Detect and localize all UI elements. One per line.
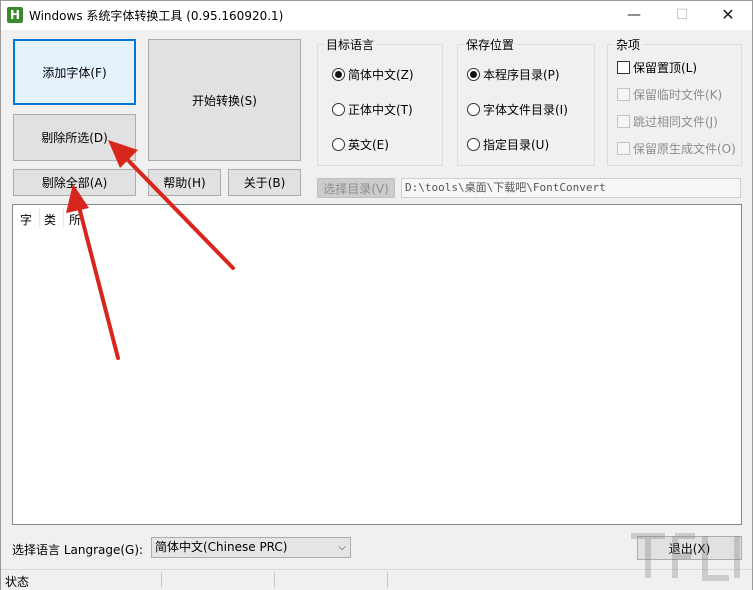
status-divider	[274, 572, 275, 588]
close-button[interactable]: ✕	[705, 1, 751, 30]
radio-icon	[467, 103, 480, 116]
misc-title: 杂项	[614, 36, 643, 53]
radio-simplified-chinese[interactable]: 简体中文(Z)	[332, 66, 414, 83]
status-text: 状态	[5, 575, 30, 589]
column-divider	[39, 209, 40, 227]
radio-traditional-chinese[interactable]: 正体中文(T)	[332, 101, 413, 118]
checkbox-icon	[617, 61, 630, 74]
column-header-type[interactable]: 类	[44, 211, 56, 228]
remove-all-button[interactable]: 剔除全部(A)	[13, 169, 136, 196]
radio-label: 指定目录(U)	[483, 138, 550, 152]
radio-label: 简体中文(Z)	[348, 68, 414, 82]
status-divider	[387, 572, 388, 588]
column-divider	[63, 209, 64, 227]
radio-icon	[332, 103, 345, 116]
title-bar: H Windows 系统字体转换工具 (0.95.160920.1) — ☐ ✕	[1, 1, 752, 30]
checkbox-label: 保留置顶(L)	[633, 61, 698, 75]
help-button[interactable]: 帮助(H)	[148, 169, 221, 196]
maximize-button[interactable]: ☐	[659, 1, 705, 30]
checkbox-icon	[617, 88, 630, 101]
radio-font-file-dir[interactable]: 字体文件目录(I)	[467, 101, 568, 118]
radio-icon	[467, 138, 480, 151]
radio-selected-icon	[332, 68, 345, 81]
checkbox-label: 保留临时文件(K)	[633, 88, 723, 102]
start-convert-button[interactable]: 开始转换(S)	[148, 39, 301, 161]
radio-icon	[332, 138, 345, 151]
status-divider	[161, 572, 162, 588]
checkbox-keep-original-output[interactable]: 保留原生成文件(O)	[617, 140, 736, 157]
main-window: H Windows 系统字体转换工具 (0.95.160920.1) — ☐ ✕…	[0, 0, 753, 590]
remove-selected-button[interactable]: 剔除所选(D)	[13, 114, 136, 161]
checkbox-label: 跳过相同文件(J)	[633, 115, 718, 129]
checkbox-skip-same-files[interactable]: 跳过相同文件(J)	[617, 113, 718, 130]
radio-english[interactable]: 英文(E)	[332, 136, 389, 153]
language-label: 选择语言 Langrage(G):	[12, 543, 144, 557]
target-language-title: 目标语言	[324, 36, 377, 53]
choose-dir-button[interactable]: 选择目录(V)	[317, 178, 395, 198]
about-button[interactable]: 关于(B)	[228, 169, 301, 196]
app-icon: H	[7, 7, 23, 23]
font-list[interactable]: 字 类 所	[12, 204, 742, 525]
chevron-down-icon: ⌵	[338, 542, 346, 553]
checkbox-label: 保留原生成文件(O)	[633, 142, 736, 156]
watermark-logo	[631, 533, 740, 581]
save-location-title: 保存位置	[464, 36, 517, 53]
checkbox-icon	[617, 115, 630, 128]
column-header-location[interactable]: 所	[69, 211, 81, 228]
column-header-char[interactable]: 字	[20, 211, 32, 228]
radio-label: 本程序目录(P)	[483, 68, 560, 82]
radio-selected-icon	[467, 68, 480, 81]
minimize-button[interactable]: —	[611, 1, 657, 30]
add-font-button[interactable]: 添加字体(F)	[13, 39, 136, 105]
checkbox-icon	[617, 142, 630, 155]
checkbox-keep-temp-files[interactable]: 保留临时文件(K)	[617, 86, 722, 103]
checkbox-keep-on-top[interactable]: 保留置顶(L)	[617, 59, 697, 76]
language-select-value: 简体中文(Chinese PRC)	[155, 540, 288, 554]
radio-program-dir[interactable]: 本程序目录(P)	[467, 66, 560, 83]
radio-label: 英文(E)	[348, 138, 389, 152]
language-select[interactable]: 简体中文(Chinese PRC) ⌵	[151, 537, 351, 558]
radio-label: 正体中文(T)	[348, 103, 413, 117]
radio-custom-dir[interactable]: 指定目录(U)	[467, 136, 549, 153]
output-path-field[interactable]: D:\tools\桌面\下载吧\FontConvert	[401, 178, 741, 198]
radio-label: 字体文件目录(I)	[483, 103, 568, 117]
window-title: Windows 系统字体转换工具 (0.95.160920.1)	[29, 9, 284, 23]
